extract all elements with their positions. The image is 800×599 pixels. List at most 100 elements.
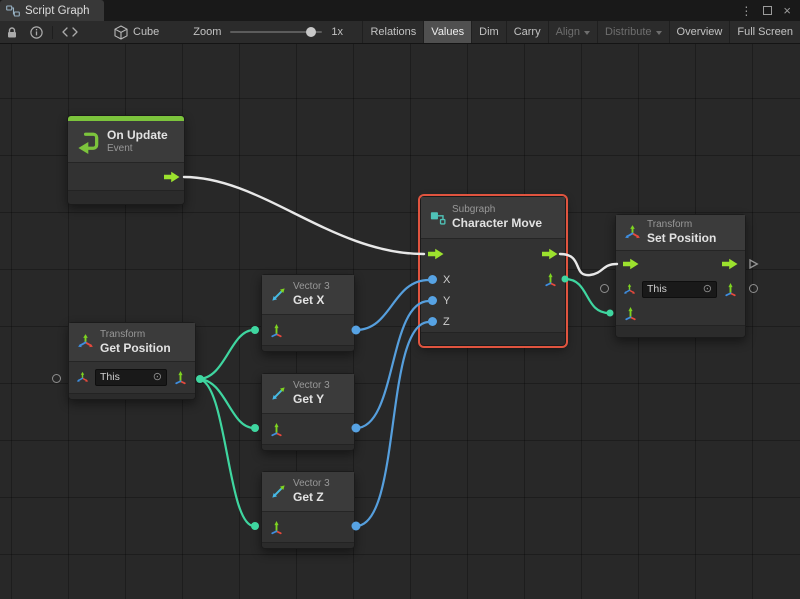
this-object-field[interactable]: This ⊙ bbox=[642, 281, 717, 298]
close-icon[interactable]: × bbox=[783, 4, 791, 17]
flow-output-port[interactable] bbox=[542, 248, 558, 260]
tab-script-graph[interactable]: Script Graph bbox=[0, 0, 104, 21]
node-subtitle: Transform bbox=[100, 329, 171, 341]
full-screen-label: Full Screen bbox=[737, 26, 793, 38]
zoom-value: 1x bbox=[331, 26, 343, 38]
lock-icon[interactable] bbox=[0, 21, 24, 43]
overview-label: Overview bbox=[677, 26, 723, 38]
flow-port-row bbox=[616, 251, 745, 277]
vector3-icon bbox=[270, 483, 287, 500]
node-footer bbox=[616, 325, 745, 337]
info-icon[interactable] bbox=[24, 21, 49, 43]
toolbar-separator bbox=[52, 26, 53, 39]
tab-bar: Script Graph ⋮ × bbox=[0, 0, 800, 21]
flow-output-port[interactable] bbox=[164, 171, 180, 183]
flow-input-port[interactable] bbox=[428, 248, 444, 260]
vector3-input-port[interactable] bbox=[269, 422, 284, 437]
cube-icon bbox=[114, 25, 128, 40]
node-footer bbox=[68, 190, 184, 204]
value-port-row bbox=[616, 301, 745, 325]
node-set-position[interactable]: Transform Set Position This ⊙ bbox=[615, 214, 746, 338]
graph-target-selector[interactable]: Cube bbox=[106, 25, 167, 40]
wire-getposition-to-getx[interactable] bbox=[198, 330, 254, 379]
this-object-field[interactable]: This ⊙ bbox=[95, 369, 167, 386]
wire-getposition-to-gety[interactable] bbox=[198, 379, 254, 428]
wire-getz-to-z[interactable] bbox=[356, 322, 429, 526]
node-footer bbox=[69, 393, 195, 399]
node-header: Transform Get Position bbox=[69, 323, 195, 362]
relations-label: Relations bbox=[370, 26, 416, 38]
wire-getx-to-x[interactable] bbox=[356, 280, 429, 330]
zoom-control: Zoom 1x bbox=[193, 26, 343, 38]
flow-input-port[interactable] bbox=[623, 258, 639, 270]
node-header: Subgraph Character Move bbox=[421, 197, 565, 239]
node-title: Get Y bbox=[293, 392, 330, 407]
node-on-update[interactable]: On Update Event bbox=[67, 115, 185, 205]
wire-flow-charactermove-to-setposition[interactable] bbox=[560, 254, 617, 275]
full-screen-button[interactable]: Full Screen bbox=[729, 21, 800, 43]
node-character-move[interactable]: Subgraph Character Move X Y Z bbox=[420, 196, 566, 346]
object-picker-icon[interactable]: ⊙ bbox=[153, 372, 162, 383]
values-label: Values bbox=[431, 26, 464, 38]
align-button[interactable]: Align bbox=[548, 21, 597, 43]
z-port-label: Z bbox=[443, 316, 450, 328]
get-position-this-port-marker[interactable] bbox=[52, 374, 61, 383]
set-position-this-port-marker[interactable] bbox=[600, 284, 609, 293]
port-row bbox=[68, 163, 184, 190]
node-get-y[interactable]: Vector 3 Get Y bbox=[261, 373, 355, 451]
object-picker-icon[interactable]: ⊙ bbox=[703, 284, 712, 295]
vector3-output-port[interactable] bbox=[543, 272, 558, 287]
wire-gety-to-y[interactable] bbox=[356, 301, 429, 428]
transform-type-icon bbox=[623, 283, 636, 296]
port-row-x: X bbox=[421, 269, 565, 290]
port-row bbox=[262, 414, 354, 444]
set-position-value-output-marker[interactable] bbox=[749, 284, 758, 293]
dropdown-caret-icon bbox=[584, 31, 590, 35]
values-button[interactable]: Values bbox=[423, 21, 471, 43]
port-row: This ⊙ bbox=[69, 362, 195, 393]
script-graph-icon bbox=[6, 5, 20, 17]
relations-button[interactable]: Relations bbox=[362, 21, 423, 43]
carry-button[interactable]: Carry bbox=[506, 21, 548, 43]
node-footer bbox=[262, 542, 354, 548]
vector3-input-port[interactable] bbox=[269, 323, 284, 338]
distribute-button[interactable]: Distribute bbox=[597, 21, 668, 43]
transform-type-icon bbox=[76, 371, 89, 384]
maximize-icon[interactable] bbox=[763, 6, 772, 15]
y-input-port[interactable] bbox=[428, 296, 437, 305]
graph-canvas[interactable]: On Update Event Transform Get Position bbox=[0, 44, 800, 599]
graph-toolbar: Cube Zoom 1x Relations Values Dim Carry … bbox=[0, 21, 800, 44]
node-header: On Update Event bbox=[68, 121, 184, 163]
flow-port-row bbox=[421, 239, 565, 269]
node-get-x[interactable]: Vector 3 Get X bbox=[261, 274, 355, 352]
zoom-slider[interactable] bbox=[230, 31, 322, 33]
set-position-flow-output-marker[interactable] bbox=[748, 258, 759, 270]
code-view-icon[interactable] bbox=[56, 21, 84, 43]
wire-flow-onupdate-to-charactermove[interactable] bbox=[184, 177, 424, 254]
node-footer bbox=[262, 345, 354, 351]
node-get-z[interactable]: Vector 3 Get Z bbox=[261, 471, 355, 549]
node-subtitle: Transform bbox=[647, 219, 716, 231]
zoom-slider-knob[interactable] bbox=[306, 27, 316, 37]
this-field-value: This bbox=[100, 371, 120, 383]
wire-getposition-to-getz[interactable] bbox=[198, 379, 254, 526]
kebab-menu-icon[interactable]: ⋮ bbox=[740, 5, 752, 17]
vector3-icon bbox=[270, 385, 287, 402]
dim-button[interactable]: Dim bbox=[471, 21, 506, 43]
flow-output-port[interactable] bbox=[722, 258, 738, 270]
port-row bbox=[262, 512, 354, 542]
z-input-port[interactable] bbox=[428, 317, 437, 326]
node-get-position[interactable]: Transform Get Position This ⊙ bbox=[68, 322, 196, 400]
transform-output-port[interactable] bbox=[723, 282, 738, 297]
node-title: Character Move bbox=[452, 216, 542, 231]
vector3-icon bbox=[270, 286, 287, 303]
vector3-input-port[interactable] bbox=[269, 520, 284, 535]
vector3-output-port[interactable] bbox=[173, 370, 188, 385]
overview-button[interactable]: Overview bbox=[669, 21, 730, 43]
port-row bbox=[262, 315, 354, 345]
x-input-port[interactable] bbox=[428, 275, 437, 284]
vector3-input-port[interactable] bbox=[623, 306, 638, 321]
port-row-z: Z bbox=[421, 311, 565, 332]
node-footer bbox=[421, 332, 565, 345]
x-port-label: X bbox=[443, 274, 450, 286]
